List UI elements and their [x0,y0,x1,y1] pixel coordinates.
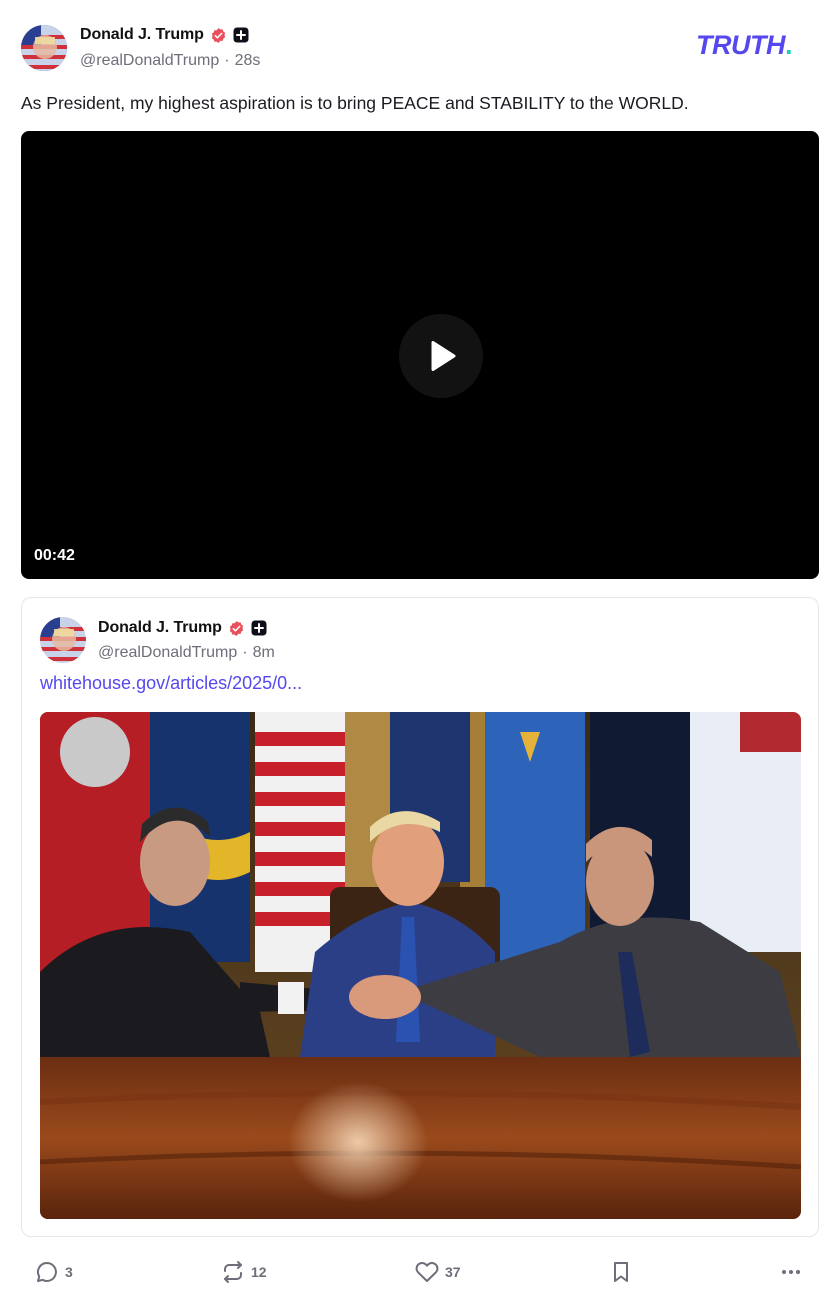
heart-icon [415,1262,439,1282]
quoted-author-handle-row: @realDonaldTrump · 8m [98,643,275,663]
bookmark-button[interactable] [609,1260,633,1284]
quoted-post[interactable]: Donald J. Trump @realDonaldTrump · 8m wh… [21,597,819,1237]
brand-dot: . [784,30,793,60]
more-icon [782,1270,800,1274]
author-handle[interactable]: @realDonaldTrump [80,52,219,70]
truth-post: Donald J. Trump @realDonaldTrump · 28s T… [0,0,840,1308]
quoted-post-link[interactable]: whitehouse.gov/articles/2025/0... [40,673,302,694]
quoted-post-timestamp[interactable]: 8m [253,644,275,662]
author-avatar[interactable] [21,25,67,71]
play-button[interactable] [399,314,483,398]
quoted-author-display-name[interactable]: Donald J. Trump [98,619,222,637]
plus-badge-icon [233,27,249,43]
plus-badge-icon [251,620,267,636]
repost-button[interactable]: 12 [221,1260,267,1284]
quoted-author-name-row: Donald J. Trump [98,617,267,639]
video-duration: 00:42 [34,547,75,564]
post-text: As President, my highest aspiration is t… [21,93,689,113]
verified-badge-icon [210,27,227,44]
separator-dot: · [242,644,248,661]
truth-logo[interactable]: TRUTH. [696,30,793,61]
bookmark-icon [614,1262,628,1282]
video-player[interactable]: 00:42 [21,131,819,579]
reply-button[interactable]: 3 [35,1260,73,1284]
author-handle-row: @realDonaldTrump · 28s [80,51,260,71]
reply-count: 3 [65,1264,73,1280]
like-button[interactable]: 37 [415,1260,461,1284]
like-count: 37 [445,1264,461,1280]
author-name-row: Donald J. Trump [80,24,249,46]
post-timestamp[interactable]: 28s [235,52,261,70]
play-icon [431,341,456,371]
more-options-button[interactable] [779,1260,803,1284]
quoted-post-photo[interactable] [40,712,801,1219]
separator-dot: · [224,52,230,69]
reply-icon [37,1262,57,1282]
repost-icon [224,1261,242,1283]
quoted-author-handle[interactable]: @realDonaldTrump [98,644,237,662]
repost-count: 12 [251,1264,267,1280]
brand-name: TRUTH [696,30,785,60]
verified-badge-icon [228,620,245,637]
quoted-author-avatar[interactable] [40,617,86,663]
author-display-name[interactable]: Donald J. Trump [80,26,204,44]
